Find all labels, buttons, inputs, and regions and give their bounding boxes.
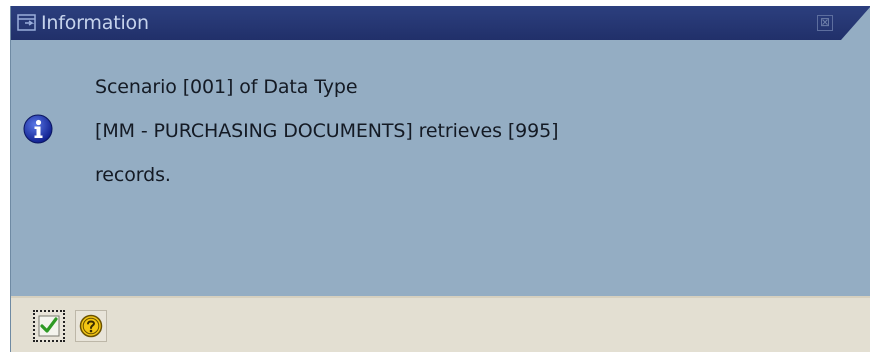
info-icon <box>23 114 53 144</box>
title-bar[interactable]: Information ⊠ <box>11 6 870 40</box>
message-line-1: Scenario [001] of Data Type <box>95 76 358 98</box>
close-button[interactable]: ⊠ <box>817 15 833 31</box>
green-checkmark-icon <box>38 315 60 337</box>
help-button[interactable] <box>75 310 107 342</box>
message-line-2: [MM - PURCHASING DOCUMENTS] retrieves [9… <box>95 120 559 142</box>
dialog-window-icon <box>17 14 36 31</box>
message-line-3: records. <box>95 164 171 186</box>
button-bar <box>11 296 870 352</box>
titlebar-corner <box>841 6 870 40</box>
confirm-button[interactable] <box>33 310 65 342</box>
close-icon: ⊠ <box>819 15 831 29</box>
information-dialog: Information ⊠ Scenario [001] of Data Typ… <box>10 6 870 352</box>
question-mark-icon <box>79 314 103 338</box>
dialog-title: Information <box>41 12 149 34</box>
